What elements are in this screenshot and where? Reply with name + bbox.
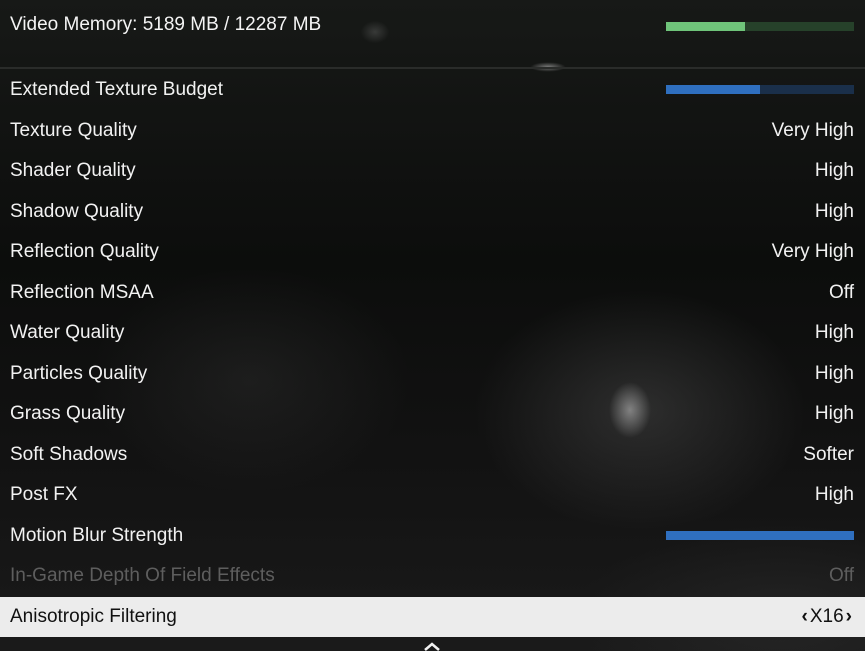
- setting-label: Post FX: [10, 484, 78, 505]
- setting-value: Off: [829, 281, 854, 303]
- setting-label: Motion Blur Strength: [10, 524, 184, 546]
- setting-value: High: [814, 322, 854, 343]
- setting-row-particles-quality[interactable]: Particles Quality High: [0, 354, 865, 395]
- setting-row-grass-quality[interactable]: Grass Quality High: [0, 394, 865, 435]
- chevron-up-icon[interactable]: [422, 641, 442, 651]
- setting-label: Grass Quality: [10, 403, 126, 424]
- setting-label: Particles Quality: [10, 362, 148, 384]
- setting-value: High: [814, 200, 854, 222]
- setting-value: Softer: [803, 443, 854, 465]
- setting-value: Off: [829, 565, 854, 586]
- setting-row-extended-texture-budget[interactable]: Extended Texture Budget: [0, 70, 865, 111]
- graphics-settings-panel: Video Memory: 5189 MB / 12287 MB Extende…: [0, 0, 865, 651]
- setting-row-motion-blur-strength[interactable]: Motion Blur Strength: [0, 516, 865, 557]
- settings-list: Extended Texture Budget Texture Quality …: [0, 70, 865, 637]
- setting-row-shadow-quality[interactable]: Shadow Quality High: [0, 192, 865, 233]
- setting-label: Extended Texture Budget: [10, 79, 224, 100]
- video-memory-header: Video Memory: 5189 MB / 12287 MB: [0, 0, 865, 66]
- setting-label: Texture Quality: [10, 119, 137, 141]
- setting-label: Reflection Quality: [10, 241, 159, 262]
- setting-row-reflection-quality[interactable]: Reflection Quality Very High: [0, 232, 865, 273]
- setting-value: High: [814, 362, 854, 384]
- setting-row-shader-quality[interactable]: Shader Quality High: [0, 151, 865, 192]
- video-memory-bar-fill: [666, 22, 745, 31]
- video-memory-bar: [666, 22, 854, 31]
- setting-value: High: [814, 484, 854, 505]
- slider-fill: [666, 85, 760, 94]
- chevron-right-icon[interactable]: ›: [844, 606, 854, 628]
- setting-row-reflection-msaa[interactable]: Reflection MSAA Off: [0, 273, 865, 314]
- setting-value: High: [814, 403, 854, 424]
- setting-row-water-quality[interactable]: Water Quality High: [0, 313, 865, 354]
- slider-fill: [666, 530, 854, 540]
- header-divider: [0, 67, 865, 69]
- setting-value: Very High: [771, 241, 854, 262]
- setting-label: Reflection MSAA: [10, 281, 154, 303]
- setting-label: Shadow Quality: [10, 200, 144, 222]
- setting-row-soft-shadows[interactable]: Soft Shadows Softer: [0, 435, 865, 476]
- setting-row-anisotropic-filtering[interactable]: Anisotropic Filtering ‹ X16 ›: [0, 596, 865, 637]
- chevron-left-icon[interactable]: ‹: [800, 606, 810, 628]
- extended-texture-budget-slider[interactable]: [666, 85, 854, 94]
- setting-value: High: [814, 160, 854, 181]
- video-memory-label: Video Memory: 5189 MB / 12287 MB: [10, 14, 322, 35]
- setting-value: Very High: [771, 119, 854, 141]
- setting-label: Anisotropic Filtering: [10, 605, 177, 627]
- setting-label: Water Quality: [10, 322, 125, 343]
- setting-label: Shader Quality: [10, 160, 136, 181]
- setting-value-selector: ‹ X16 ›: [800, 606, 854, 628]
- setting-row-texture-quality[interactable]: Texture Quality Very High: [0, 111, 865, 152]
- setting-row-post-fx[interactable]: Post FX High: [0, 475, 865, 516]
- setting-label: Soft Shadows: [10, 443, 128, 465]
- setting-label: In-Game Depth Of Field Effects: [10, 565, 275, 586]
- setting-row-depth-of-field: In-Game Depth Of Field Effects Off: [0, 556, 865, 597]
- setting-value: X16: [809, 605, 844, 627]
- motion-blur-strength-slider[interactable]: [666, 530, 854, 540]
